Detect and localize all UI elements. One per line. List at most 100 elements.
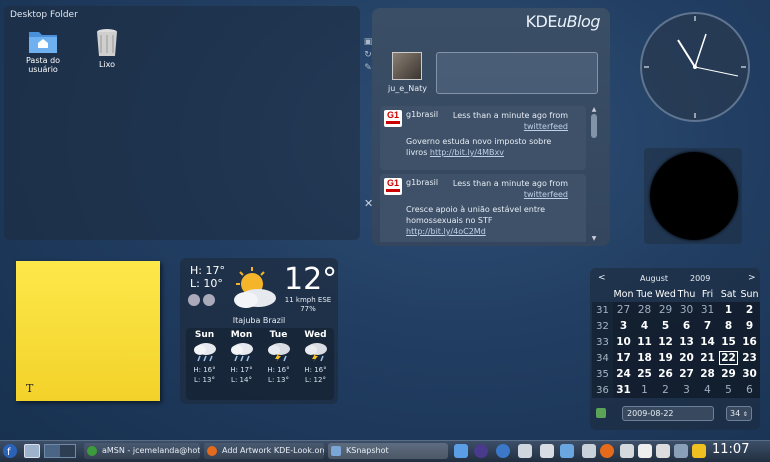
- kde-menu-icon[interactable]: f: [2, 443, 18, 459]
- info-icon[interactable]: [188, 294, 200, 306]
- calendar-day[interactable]: 20: [676, 350, 697, 366]
- calendar-day[interactable]: 15: [718, 334, 739, 350]
- calendar-day[interactable]: 10: [613, 334, 634, 350]
- pager[interactable]: [44, 444, 76, 458]
- calendar-day[interactable]: 18: [634, 350, 655, 366]
- calendar-day[interactable]: 3: [676, 382, 697, 398]
- prev-month-button[interactable]: <: [598, 273, 606, 283]
- calendar-day[interactable]: 5: [655, 318, 676, 334]
- calendar-day[interactable]: 14: [697, 334, 718, 350]
- browser-launcher-icon[interactable]: [474, 444, 488, 458]
- messenger-icon[interactable]: [540, 444, 554, 458]
- clipboard-icon[interactable]: [638, 444, 652, 458]
- weather-city: Itajuba Brazil: [232, 316, 286, 325]
- list-item: G1 g1brasil Less than a minute ago from t…: [380, 106, 586, 170]
- calendar-day[interactable]: 17: [613, 350, 634, 366]
- scrollbar[interactable]: ▲ ▼: [590, 106, 598, 242]
- user-avatar[interactable]: [392, 52, 422, 80]
- task-ksnapshot[interactable]: KSnapshot: [328, 443, 448, 459]
- home-folder-icon-item[interactable]: Pasta do usuário: [18, 28, 68, 74]
- week-spinbox[interactable]: 34 ⇕: [726, 406, 752, 421]
- status-input[interactable]: [436, 52, 598, 94]
- battery-icon[interactable]: [620, 444, 634, 458]
- calendar-day[interactable]: 6: [676, 318, 697, 334]
- calendar-day[interactable]: 8: [718, 318, 739, 334]
- blank-applet: [644, 148, 742, 244]
- calendar-day[interactable]: 29: [718, 366, 739, 382]
- calendar-today-icon[interactable]: [596, 408, 606, 418]
- trash-icon: [97, 29, 117, 56]
- folder-launcher-icon[interactable]: [454, 444, 468, 458]
- calendar-day[interactable]: 19: [655, 350, 676, 366]
- device-notifier-icon[interactable]: [674, 444, 688, 458]
- volume-icon[interactable]: [582, 444, 596, 458]
- calendar-day[interactable]: 29: [655, 302, 676, 318]
- scroll-down-icon[interactable]: ▼: [590, 235, 598, 242]
- calendar-day[interactable]: 3: [613, 318, 634, 334]
- calendar-day[interactable]: 7: [697, 318, 718, 334]
- calendar-day[interactable]: 27: [613, 302, 634, 318]
- sticky-note[interactable]: T: [16, 261, 160, 401]
- calendar-day[interactable]: 30: [676, 302, 697, 318]
- calendar-year[interactable]: 2009: [690, 274, 710, 283]
- calendar-day[interactable]: 30: [739, 366, 760, 382]
- spin-icon[interactable]: ⇕: [743, 411, 748, 418]
- firefox-launcher-icon[interactable]: [600, 444, 614, 458]
- info-icon[interactable]: [202, 294, 215, 306]
- calendar-day[interactable]: 4: [697, 382, 718, 398]
- date-field[interactable]: 2009-08-22: [622, 406, 714, 421]
- task-amsn[interactable]: aMSN - jcemelanda@hotm: [84, 443, 200, 459]
- storm-icon: [304, 343, 327, 362]
- network-icon[interactable]: [560, 444, 574, 458]
- calendar-day[interactable]: 24: [613, 366, 634, 382]
- calendar-day[interactable]: 28: [634, 302, 655, 318]
- trash-icon-item[interactable]: Lixo: [82, 28, 132, 69]
- calendar-day[interactable]: 27: [676, 366, 697, 382]
- calendar-day[interactable]: 31: [697, 302, 718, 318]
- black-disc: [650, 152, 738, 240]
- power-icon[interactable]: [692, 444, 706, 458]
- calendar-day[interactable]: 2: [655, 382, 676, 398]
- calendar-day[interactable]: 11: [634, 334, 655, 350]
- calendar-day[interactable]: 4: [634, 318, 655, 334]
- post-link[interactable]: http://bit.ly/4oC2Md: [406, 227, 486, 236]
- configure-icon[interactable]: ✎: [364, 63, 372, 73]
- calendar-day[interactable]: 22: [718, 350, 739, 366]
- calendar-day[interactable]: 1: [718, 302, 739, 318]
- calendar-day[interactable]: 26: [655, 366, 676, 382]
- home-folder-icon: [29, 32, 57, 53]
- calendar-day[interactable]: 9: [739, 318, 760, 334]
- kde-launcher-icon[interactable]: [518, 444, 532, 458]
- task-firefox[interactable]: Add Artwork KDE-Look.org: [204, 443, 324, 459]
- notes-icon[interactable]: [656, 444, 670, 458]
- calendar-day[interactable]: 28: [697, 366, 718, 382]
- calendar-weekday-header: Sat: [720, 288, 737, 300]
- calendar-month[interactable]: August: [640, 274, 668, 283]
- calendar-day[interactable]: 2: [739, 302, 760, 318]
- calendar-day[interactable]: 16: [739, 334, 760, 350]
- post-source-link[interactable]: twitterfeed: [524, 190, 568, 199]
- konqueror-icon[interactable]: [496, 444, 510, 458]
- resize-icon[interactable]: ▣: [364, 37, 373, 47]
- calendar-day[interactable]: 13: [676, 334, 697, 350]
- calendar-day[interactable]: 25: [634, 366, 655, 382]
- calendar-day[interactable]: 12: [655, 334, 676, 350]
- calendar-day[interactable]: 21: [697, 350, 718, 366]
- digital-clock[interactable]: 11:07: [712, 442, 749, 457]
- post-link[interactable]: http://bit.ly/4MBxv: [430, 148, 504, 157]
- post-source-link[interactable]: twitterfeed: [524, 122, 568, 131]
- scroll-thumb[interactable]: [591, 114, 597, 138]
- calendar-weekday-header: Fri: [701, 288, 714, 300]
- calendar-day[interactable]: 23: [739, 350, 760, 366]
- calendar-day[interactable]: 5: [718, 382, 739, 398]
- calendar-day[interactable]: 31: [613, 382, 634, 398]
- rotate-icon[interactable]: ↻: [364, 50, 372, 60]
- show-desktop-icon[interactable]: [24, 444, 40, 458]
- current-temperature: 12°: [284, 262, 338, 297]
- calendar-day[interactable]: 1: [634, 382, 655, 398]
- calendar-day[interactable]: 6: [739, 382, 760, 398]
- scroll-up-icon[interactable]: ▲: [590, 106, 598, 113]
- next-month-button[interactable]: >: [748, 273, 756, 283]
- calendar-week-number: 36: [592, 382, 613, 398]
- info-icons[interactable]: [188, 294, 215, 309]
